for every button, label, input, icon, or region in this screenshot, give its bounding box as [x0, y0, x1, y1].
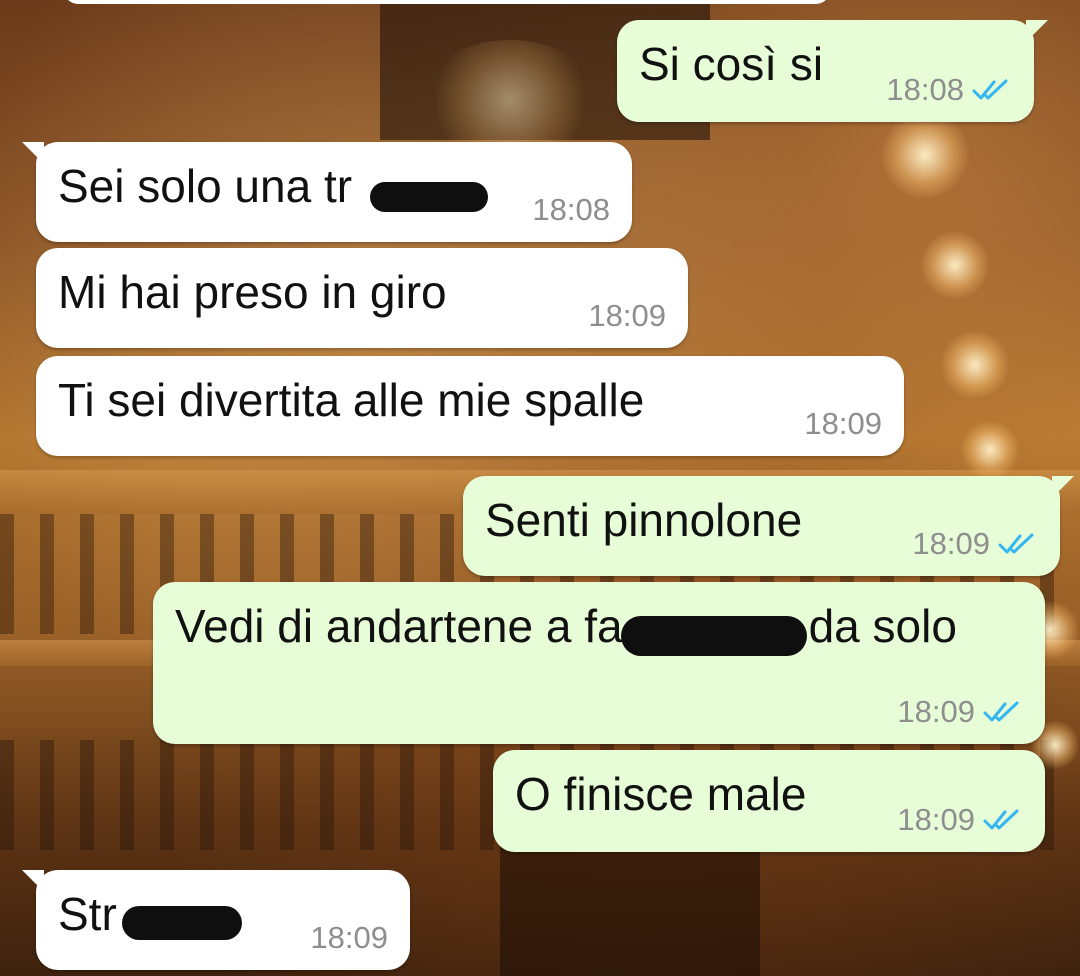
message-bubble-outgoing[interactable]: O finisce male 18:09: [493, 750, 1045, 852]
message-text: Senti pinnolone: [485, 494, 803, 546]
double-check-icon: [998, 533, 1034, 554]
message-text-before: Vedi di andartene a fa: [175, 600, 623, 652]
message-bubble-outgoing[interactable]: Senti pinnolone 18:09: [463, 476, 1074, 576]
message-text: Mi hai preso in giro: [58, 266, 447, 318]
message-bubble-incoming[interactable]: Mi hai preso in giro 18:09: [36, 248, 688, 348]
bubble-tail: [22, 870, 44, 892]
message-meta: 18:09: [804, 406, 882, 442]
message-text: Si così si: [639, 38, 824, 90]
message-meta: 18:09: [588, 298, 666, 334]
message-time: 18:09: [588, 298, 666, 333]
message-meta: 18:09: [897, 694, 1023, 730]
redaction-mark: [122, 906, 242, 940]
redaction-mark: [621, 616, 807, 656]
message-text-after: da solo: [808, 600, 957, 652]
double-check-icon: [983, 809, 1019, 830]
message-meta: 18:09: [897, 802, 1023, 838]
message-bubble-incoming[interactable]: Sei solo una tr 18:08: [22, 142, 632, 242]
message-meta: 18:08: [886, 72, 1012, 108]
message-bubble-outgoing[interactable]: Si così si 18:08: [617, 20, 1048, 122]
double-check-icon: [972, 79, 1008, 100]
message-time: 18:09: [804, 406, 882, 441]
bubble-tail: [22, 142, 44, 164]
message-meta: 18:09: [912, 526, 1038, 562]
message-text: Sei solo una tr: [58, 160, 353, 212]
message-meta: 18:09: [310, 920, 388, 956]
message-bubble-incoming[interactable]: Str 18:09: [22, 870, 410, 970]
redaction-mark: [370, 182, 488, 212]
double-check-icon: [983, 701, 1019, 722]
bubble-tail: [1052, 476, 1074, 498]
message-text: Ti sei divertita alle mie spalle: [58, 374, 645, 426]
message-meta: 18:08: [532, 192, 610, 228]
message-time: 18:08: [886, 72, 964, 107]
message-text: Vedi di andartene a fa da solo: [175, 596, 957, 656]
message-text: Str: [58, 888, 117, 940]
message-time: 18:09: [897, 694, 975, 729]
message-time: 18:08: [532, 192, 610, 227]
chat-conversation: Si così si 18:08 Sei solo una tr 18:08 M…: [0, 0, 1080, 976]
message-time: 18:09: [310, 920, 388, 955]
message-bubble-outgoing[interactable]: Vedi di andartene a fa da solo 18:09: [153, 582, 1045, 744]
message-text: O finisce male: [515, 768, 807, 820]
bubble-tail: [1026, 20, 1048, 42]
message-bubble-incoming[interactable]: Ti sei divertita alle mie spalle 18:09: [36, 356, 904, 456]
partial-message-bubble: [64, 0, 830, 4]
message-time: 18:09: [912, 526, 990, 561]
message-time: 18:09: [897, 802, 975, 837]
